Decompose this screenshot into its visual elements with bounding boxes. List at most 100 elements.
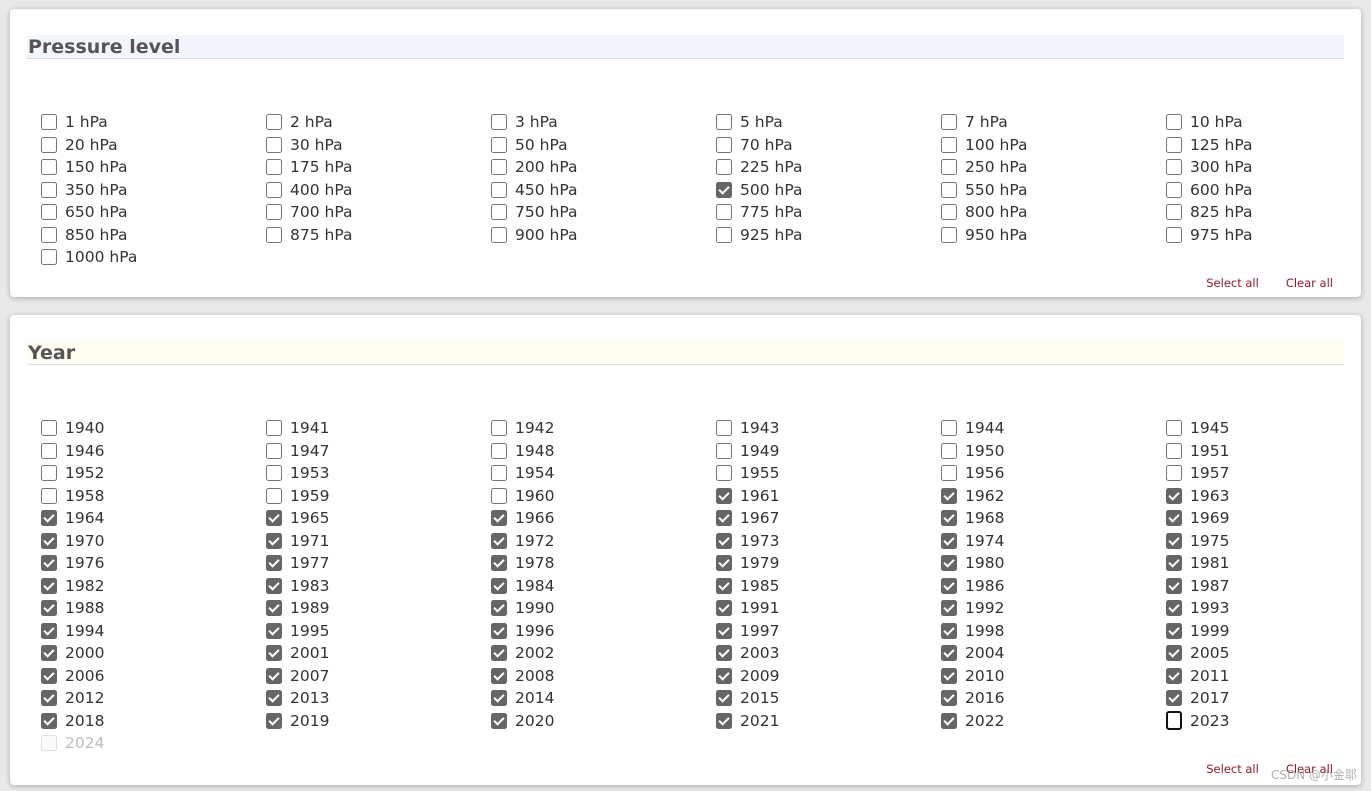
year-option[interactable]: 1979 [716, 552, 941, 575]
year-option[interactable]: 1941 [266, 417, 491, 440]
year-option[interactable]: 1994 [41, 620, 266, 643]
checkbox-checked[interactable] [266, 577, 282, 594]
year-option[interactable]: 1970 [41, 530, 266, 553]
checkbox[interactable] [41, 226, 57, 243]
checkbox[interactable] [491, 442, 507, 459]
year-option[interactable]: 1943 [716, 417, 941, 440]
year-option[interactable]: 2014 [491, 687, 716, 710]
checkbox-checked[interactable] [941, 577, 957, 594]
year-option[interactable]: 2006 [41, 665, 266, 688]
checkbox[interactable] [41, 420, 57, 437]
checkbox[interactable] [41, 136, 57, 153]
checkbox-checked[interactable] [41, 690, 57, 707]
pressure-option[interactable]: 800 hPa [941, 201, 1166, 224]
year-option[interactable]: 2002 [491, 642, 716, 665]
checkbox-checked[interactable] [491, 712, 507, 729]
checkbox[interactable] [941, 204, 957, 221]
pressure-clear-all-link[interactable]: Clear all [1286, 276, 1333, 290]
checkbox-checked[interactable] [941, 510, 957, 527]
year-option[interactable]: 1973 [716, 530, 941, 553]
checkbox-checked[interactable] [1166, 622, 1182, 639]
checkbox[interactable] [941, 226, 957, 243]
year-option[interactable]: 2001 [266, 642, 491, 665]
checkbox-checked[interactable] [716, 555, 732, 572]
year-option[interactable]: 1993 [1166, 597, 1371, 620]
year-option[interactable]: 2023 [1166, 710, 1371, 733]
pressure-option[interactable]: 750 hPa [491, 201, 716, 224]
year-option[interactable]: 1976 [41, 552, 266, 575]
year-option[interactable]: 2003 [716, 642, 941, 665]
pressure-option[interactable]: 2 hPa [266, 111, 491, 134]
year-option[interactable]: 1961 [716, 485, 941, 508]
pressure-option[interactable]: 975 hPa [1166, 224, 1371, 247]
pressure-option[interactable]: 550 hPa [941, 179, 1166, 202]
checkbox[interactable] [266, 487, 282, 504]
pressure-option[interactable]: 500 hPa [716, 179, 941, 202]
year-option[interactable]: 1975 [1166, 530, 1371, 553]
checkbox-checked[interactable] [41, 667, 57, 684]
checkbox[interactable] [716, 114, 732, 131]
pressure-option[interactable]: 225 hPa [716, 156, 941, 179]
checkbox[interactable] [41, 249, 57, 266]
checkbox-checked[interactable] [491, 600, 507, 617]
checkbox[interactable] [266, 181, 282, 198]
checkbox[interactable] [41, 181, 57, 198]
checkbox-checked[interactable] [716, 487, 732, 504]
checkbox-checked[interactable] [41, 510, 57, 527]
year-option[interactable]: 1992 [941, 597, 1166, 620]
year-option[interactable]: 2004 [941, 642, 1166, 665]
checkbox[interactable] [941, 114, 957, 131]
year-option[interactable]: 1960 [491, 485, 716, 508]
year-option[interactable]: 1966 [491, 507, 716, 530]
year-option[interactable]: 2007 [266, 665, 491, 688]
checkbox-checked[interactable] [266, 555, 282, 572]
year-option[interactable]: 1950 [941, 440, 1166, 463]
checkbox-checked[interactable] [41, 555, 57, 572]
checkbox-checked[interactable] [1166, 487, 1182, 504]
checkbox-checked[interactable] [1166, 690, 1182, 707]
checkbox-checked[interactable] [1166, 555, 1182, 572]
checkbox-checked[interactable] [941, 712, 957, 729]
checkbox-checked[interactable] [266, 645, 282, 662]
checkbox[interactable] [716, 465, 732, 482]
checkbox-checked[interactable] [491, 622, 507, 639]
checkbox[interactable] [716, 442, 732, 459]
checkbox[interactable] [491, 465, 507, 482]
year-option[interactable]: 1951 [1166, 440, 1371, 463]
pressure-option[interactable]: 925 hPa [716, 224, 941, 247]
pressure-option[interactable]: 600 hPa [1166, 179, 1371, 202]
pressure-option[interactable]: 950 hPa [941, 224, 1166, 247]
pressure-option[interactable]: 70 hPa [716, 134, 941, 157]
checkbox[interactable] [41, 465, 57, 482]
pressure-option[interactable]: 20 hPa [41, 134, 266, 157]
checkbox[interactable] [1166, 204, 1182, 221]
year-select-all-link[interactable]: Select all [1206, 762, 1259, 776]
year-option[interactable]: 1947 [266, 440, 491, 463]
pressure-option[interactable]: 7 hPa [941, 111, 1166, 134]
checkbox-checked[interactable] [266, 667, 282, 684]
checkbox[interactable] [941, 136, 957, 153]
year-option[interactable]: 1964 [41, 507, 266, 530]
checkbox[interactable] [716, 420, 732, 437]
checkbox-checked[interactable] [491, 532, 507, 549]
year-option[interactable]: 1974 [941, 530, 1166, 553]
year-option[interactable]: 2016 [941, 687, 1166, 710]
pressure-option[interactable]: 250 hPa [941, 156, 1166, 179]
year-option[interactable]: 2011 [1166, 665, 1371, 688]
checkbox[interactable] [1166, 226, 1182, 243]
checkbox-checked[interactable] [716, 645, 732, 662]
year-option[interactable]: 1978 [491, 552, 716, 575]
checkbox-checked[interactable] [1166, 510, 1182, 527]
year-option[interactable]: 1985 [716, 575, 941, 598]
checkbox-checked[interactable] [491, 510, 507, 527]
year-option[interactable]: 1954 [491, 462, 716, 485]
year-option[interactable]: 2012 [41, 687, 266, 710]
checkbox-checked[interactable] [716, 181, 732, 198]
checkbox-checked[interactable] [941, 487, 957, 504]
checkbox-checked[interactable] [266, 712, 282, 729]
year-option[interactable]: 1946 [41, 440, 266, 463]
checkbox[interactable] [266, 420, 282, 437]
checkbox[interactable] [716, 226, 732, 243]
pressure-select-all-link[interactable]: Select all [1206, 276, 1259, 290]
year-option[interactable]: 1984 [491, 575, 716, 598]
